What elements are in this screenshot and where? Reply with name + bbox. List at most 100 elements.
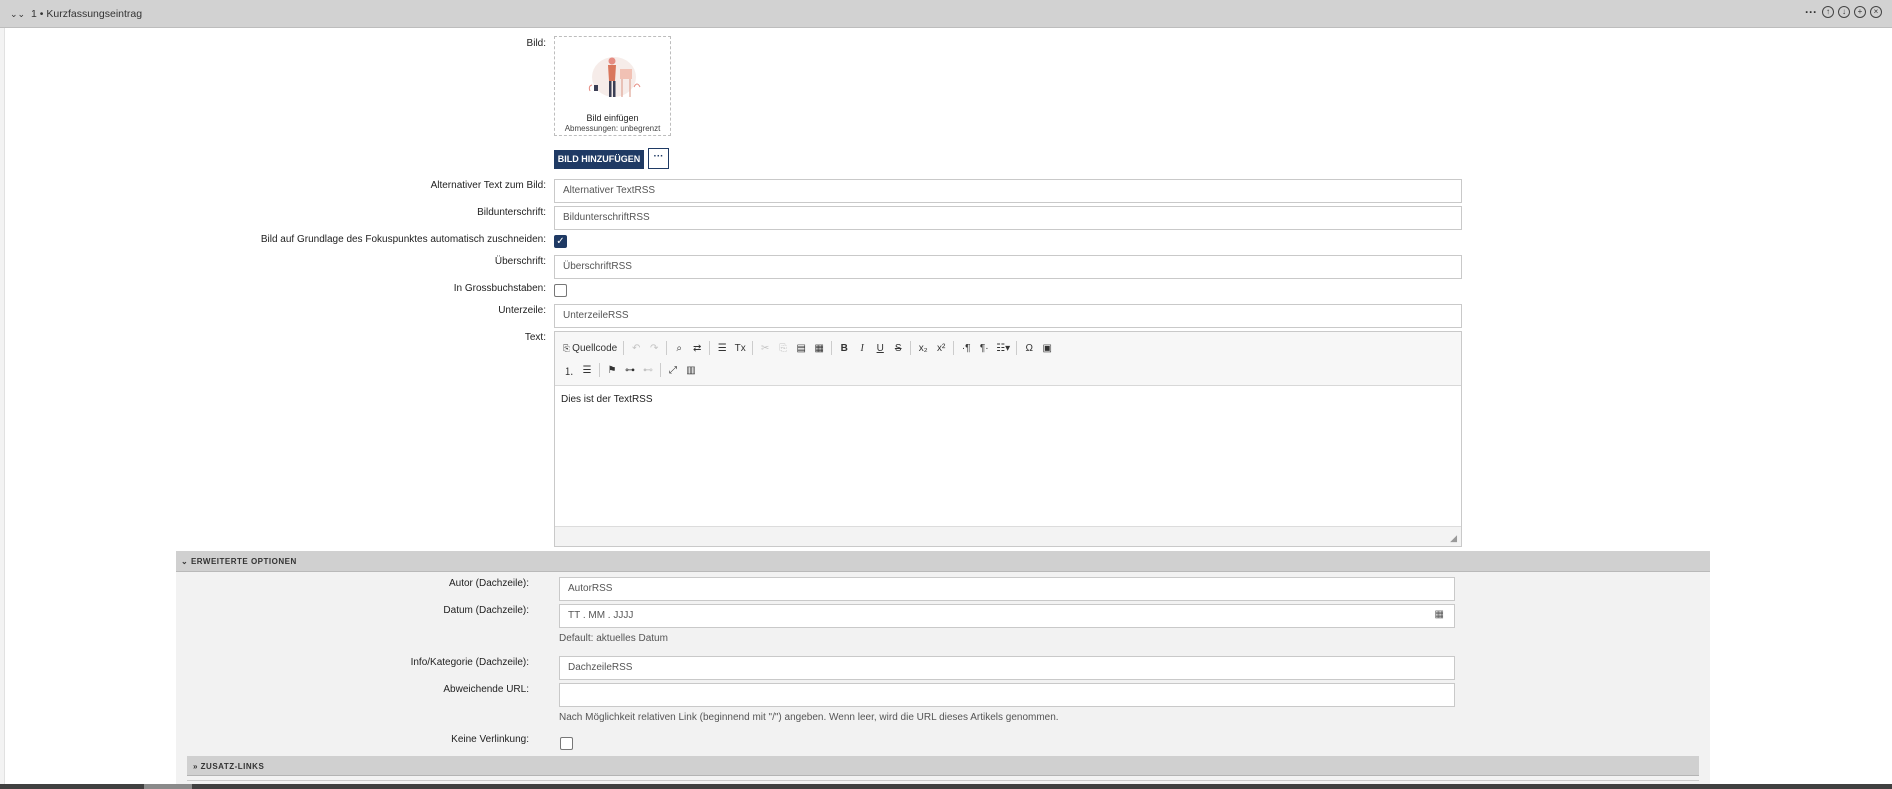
paragraph-dropdown-icon[interactable]: ☷▾ bbox=[996, 343, 1010, 354]
nolink-checkbox[interactable] bbox=[560, 737, 573, 750]
format-icon[interactable]: ☰ bbox=[716, 343, 728, 354]
nolink-label: Keine Verlinkung: bbox=[451, 734, 529, 745]
text-label: Text: bbox=[524, 332, 546, 343]
source-button[interactable]: ⎘ Quellcode bbox=[563, 343, 617, 354]
date-label: Datum (Dachzeile): bbox=[443, 605, 529, 616]
zusatz-links-title-text: ZUSATZ-LINKS bbox=[200, 762, 265, 771]
bottom-bar bbox=[0, 784, 1892, 789]
image-more-button[interactable]: ··· bbox=[648, 148, 669, 169]
url-label: Abweichende URL: bbox=[443, 684, 529, 695]
rich-text-editor[interactable]: ⎘ Quellcode ↶ ↷ ⌕ ⇄ ☰ Tx ✂ ⎘ ▤ ▦ B I U S… bbox=[554, 331, 1462, 547]
show-blocks-icon[interactable]: ▥ bbox=[685, 365, 697, 376]
image-dropzone[interactable]: Bild einfügen Abmessungen: unbegrenzt bbox=[554, 36, 671, 136]
advanced-options-header[interactable]: ⌄ ERWEITERTE OPTIONEN bbox=[176, 551, 1710, 572]
template-icon[interactable]: ▣ bbox=[1041, 343, 1053, 354]
bild-label: Bild: bbox=[526, 38, 546, 49]
info-label: Info/Kategorie (Dachzeile): bbox=[410, 657, 529, 668]
author-input[interactable]: AutorRSS bbox=[559, 577, 1455, 601]
caption-label: Bildunterschrift: bbox=[477, 207, 546, 218]
calendar-icon[interactable]: ▦ bbox=[1435, 609, 1444, 620]
numbered-list-icon[interactable]: ⒈ bbox=[563, 363, 575, 378]
paste-icon[interactable]: ▤ bbox=[795, 343, 807, 354]
bullet-list-icon[interactable]: ☰ bbox=[581, 365, 593, 376]
editor-statusbar: ◢ bbox=[555, 526, 1461, 546]
maximize-icon[interactable]: ⤢ bbox=[667, 365, 679, 376]
image-caption: Bild einfügen bbox=[586, 113, 639, 123]
subline-input[interactable]: UnterzeileRSS bbox=[554, 304, 1462, 328]
special-char-icon[interactable]: Ω bbox=[1023, 343, 1035, 354]
date-input[interactable]: TT . MM . JJJJ ▦ bbox=[559, 604, 1455, 628]
heading-label: Überschrift: bbox=[494, 256, 546, 267]
advanced-options-title-text: ERWEITERTE OPTIONEN bbox=[190, 557, 297, 566]
toolbar-separator bbox=[1016, 341, 1018, 355]
move-down-icon[interactable]: ↓ bbox=[1838, 6, 1850, 18]
author-label: Autor (Dachzeile): bbox=[448, 578, 529, 589]
add-icon[interactable]: + bbox=[1854, 6, 1866, 18]
toolbar-separator bbox=[666, 341, 668, 355]
bold-icon[interactable]: B bbox=[838, 343, 850, 354]
cut-icon[interactable]: ✂ bbox=[759, 343, 771, 354]
ltr-icon[interactable]: ·¶ bbox=[960, 343, 972, 354]
toolbar-separator bbox=[660, 363, 661, 377]
date-placeholder: TT . MM . JJJJ bbox=[568, 610, 634, 621]
source-label: Quellcode bbox=[572, 342, 618, 354]
editor-toolbar: ⎘ Quellcode ↶ ↷ ⌕ ⇄ ☰ Tx ✂ ⎘ ▤ ▦ B I U S… bbox=[555, 332, 1461, 386]
caption-input[interactable]: BildunterschriftRSS bbox=[554, 206, 1462, 230]
left-edge bbox=[0, 28, 5, 789]
redo-icon[interactable]: ↷ bbox=[648, 343, 660, 354]
caps-checkbox[interactable] bbox=[554, 284, 567, 297]
subscript-icon[interactable]: x₂ bbox=[917, 343, 929, 354]
strikethrough-icon[interactable]: S bbox=[892, 343, 904, 354]
advanced-options-panel: ⌄ ERWEITERTE OPTIONEN Autor (Dachzeile):… bbox=[176, 551, 1710, 789]
url-hint: Nach Möglichkeit relativen Link (beginne… bbox=[559, 712, 1059, 723]
crop-label: Bild auf Grundlage des Fokuspunktes auto… bbox=[260, 234, 546, 245]
underline-icon[interactable]: U bbox=[874, 343, 886, 354]
heading-input[interactable]: ÜberschriftRSS bbox=[554, 255, 1462, 279]
zusatz-links-title: » ZUSATZ-LINKS bbox=[193, 762, 265, 771]
date-hint: Default: aktuelles Datum bbox=[559, 633, 668, 644]
toolbar-separator bbox=[599, 363, 600, 377]
unlink-icon[interactable]: ⊷ bbox=[642, 365, 654, 376]
entry-title[interactable]: ⌄⌄ 1 • Kurzfassungseintrag bbox=[10, 8, 142, 20]
advanced-options-title: ⌄ ERWEITERTE OPTIONEN bbox=[181, 557, 297, 566]
zusatz-links-header[interactable]: » ZUSATZ-LINKS bbox=[187, 756, 1699, 776]
copy-icon[interactable]: ⎘ bbox=[777, 343, 789, 354]
subline-label: Unterzeile: bbox=[498, 305, 546, 316]
caps-label: In Grossbuchstaben: bbox=[453, 283, 546, 294]
toolbar-separator bbox=[709, 341, 711, 355]
toolbar-separator bbox=[623, 341, 625, 355]
alt-text-input[interactable]: Alternativer TextRSS bbox=[554, 179, 1462, 203]
divider bbox=[187, 780, 1699, 781]
toolbar-separator bbox=[831, 341, 833, 355]
more-icon[interactable]: ··· bbox=[1804, 6, 1818, 18]
clear-format-icon[interactable]: Tx bbox=[734, 343, 746, 354]
link-icon[interactable]: ⊶ bbox=[624, 365, 636, 376]
toolbar-separator bbox=[953, 341, 955, 355]
image-placeholder-illustration bbox=[588, 57, 641, 97]
toolbar-separator bbox=[910, 341, 912, 355]
alt-text-label: Alternativer Text zum Bild: bbox=[430, 180, 546, 191]
entry-title-text: 1 • Kurzfassungseintrag bbox=[31, 8, 143, 20]
find-icon[interactable]: ⌕ bbox=[673, 343, 685, 354]
entry-header[interactable]: ⌄⌄ 1 • Kurzfassungseintrag ··· ↑ ↓ + × bbox=[0, 0, 1892, 28]
collapse-chevron-icon[interactable]: ⌄⌄ bbox=[10, 9, 25, 19]
move-up-icon[interactable]: ↑ bbox=[1822, 6, 1834, 18]
italic-icon[interactable]: I bbox=[856, 343, 868, 354]
replace-icon[interactable]: ⇄ bbox=[691, 343, 703, 354]
anchor-icon[interactable]: ⚑ bbox=[606, 365, 618, 376]
superscript-icon[interactable]: x² bbox=[935, 343, 947, 354]
url-input[interactable] bbox=[559, 683, 1455, 707]
add-image-button[interactable]: BILD HINZUFÜGEN bbox=[554, 150, 644, 169]
bottom-bar-segment bbox=[144, 784, 192, 789]
crop-checkbox[interactable]: ✓ bbox=[554, 235, 567, 248]
entry-actions: ··· ↑ ↓ + × bbox=[1804, 6, 1882, 18]
image-dimensions: Abmessungen: unbegrenzt bbox=[564, 124, 661, 133]
rtl-icon[interactable]: ¶· bbox=[978, 343, 990, 354]
toolbar-separator bbox=[752, 341, 754, 355]
info-input[interactable]: DachzeileRSS bbox=[559, 656, 1455, 680]
paste-text-icon[interactable]: ▦ bbox=[813, 343, 825, 354]
undo-icon[interactable]: ↶ bbox=[630, 343, 642, 354]
resize-handle-icon[interactable]: ◢ bbox=[1450, 533, 1457, 544]
close-icon[interactable]: × bbox=[1870, 6, 1882, 18]
editor-content[interactable]: Dies ist der TextRSS bbox=[561, 394, 653, 405]
